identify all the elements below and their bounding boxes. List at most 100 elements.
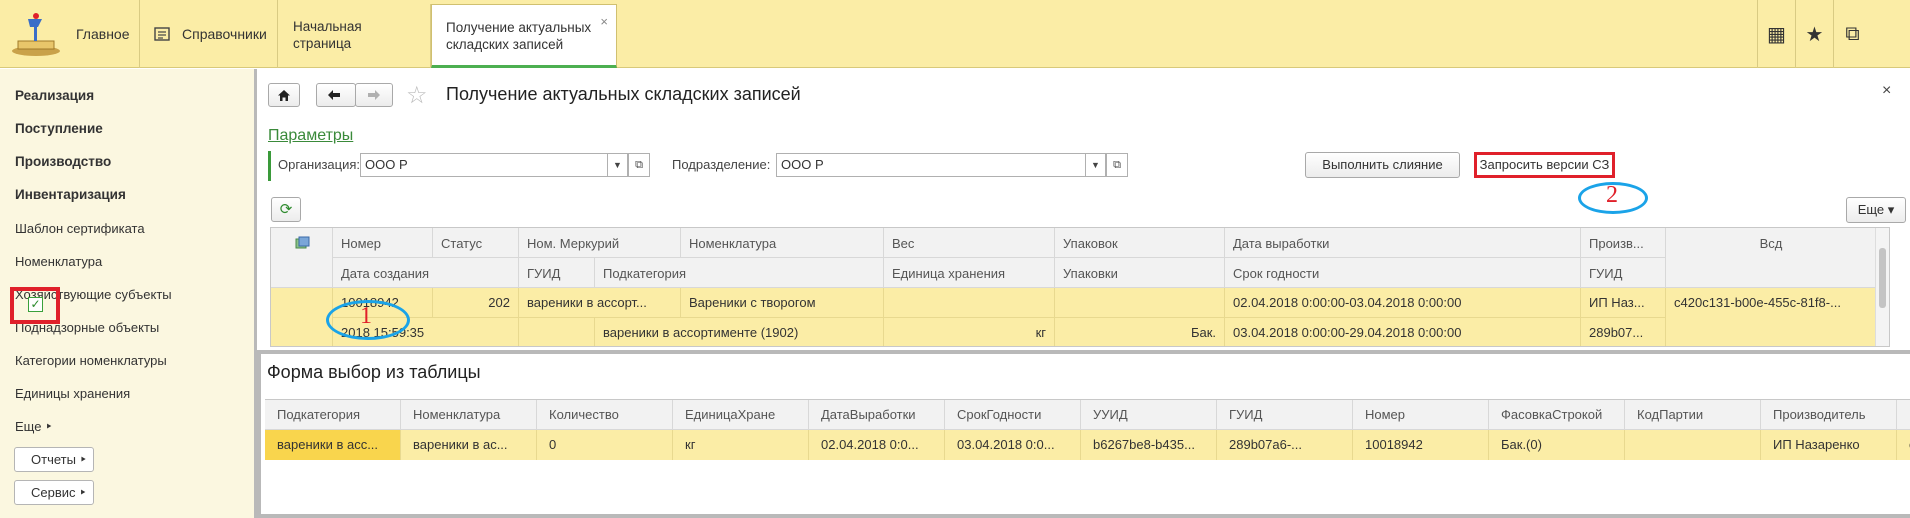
selection-header-batch-code: КодПартии [1625, 400, 1761, 430]
table-cell-weight[interactable] [884, 288, 1055, 318]
selection-cell-uuid[interactable]: b6267be8-b435... [1081, 430, 1217, 460]
table-cell-expiry[interactable]: 03.04.2018 0:00:00-29.04.2018 0:00:00 [1225, 318, 1581, 346]
merge-button[interactable]: Выполнить слияние [1305, 152, 1460, 178]
selection-cell-expiry[interactable]: 03.04.2018 0:0... [945, 430, 1081, 460]
sidebar-more[interactable]: Еще ‣ [15, 419, 53, 435]
sidebar-item-nomenclature[interactable]: Номенклатура [15, 254, 102, 269]
selection-header-guid: ГУИД [1217, 400, 1353, 430]
table-cell-storage-unit[interactable]: кг [884, 318, 1055, 346]
home-logo-icon [12, 13, 60, 56]
table-cell-production-date[interactable]: 02.04.2018 0:00:00-03.04.2018 0:00:00 [1225, 288, 1581, 318]
selection-header-vsd: Всд [1897, 400, 1910, 430]
table-header-guid-2: ГУИД [1581, 258, 1666, 288]
table-cell-subcategory[interactable]: вареники в ассортименте (1902) [595, 318, 884, 346]
selection-cell-guid[interactable]: 289b07a6-... [1217, 430, 1353, 460]
favorites-star-icon[interactable]: ★ [1795, 0, 1833, 68]
table-cell-guid-1[interactable] [519, 318, 595, 346]
section-home-label: Главное [76, 26, 130, 42]
table-scrollbar[interactable] [1875, 228, 1889, 346]
selection-cell-storage-unit[interactable]: кг [673, 430, 809, 460]
tab-start-page[interactable]: Начальная страница [279, 4, 431, 68]
arrow-right-icon [368, 90, 380, 100]
close-form-icon[interactable]: × [1882, 82, 1891, 100]
list-icon [154, 27, 170, 41]
parameters-link[interactable]: Параметры [268, 127, 353, 145]
sidebar-item-certificate-template[interactable]: Шаблон сертификата [15, 221, 145, 236]
organization-label: Организация: [278, 157, 361, 172]
highlight-box-checkbox [10, 287, 60, 324]
table-header-producer: Произв... [1581, 228, 1666, 258]
sidebar-item-nomenclature-categories[interactable]: Категории номенклатуры [15, 353, 167, 368]
selection-cell-producer[interactable]: ИП Назаренко [1761, 430, 1897, 460]
reports-button[interactable]: Отчеты ‣ [14, 447, 94, 472]
table-header-packs: Упаковок [1055, 228, 1225, 258]
table-cell-status[interactable]: 202 [433, 288, 519, 318]
table-header-nomenclature: Номенклатура [681, 228, 884, 258]
selection-cell-batch-code[interactable] [1625, 430, 1761, 460]
form-title: Получение актуальных складских записей [446, 84, 801, 104]
back-button[interactable] [316, 83, 356, 107]
selection-header-packing: ФасовкаСтрокой [1489, 400, 1625, 430]
parameters-group-marker [268, 151, 271, 181]
sidebar-item-storage-units[interactable]: Единицы хранения [15, 386, 130, 401]
sidebar-section-receipts[interactable]: Поступление [15, 121, 103, 136]
callout-number-1: 1 [360, 303, 372, 329]
organization-field[interactable]: ООО Р [360, 153, 608, 177]
department-field[interactable]: ООО Р [776, 153, 1086, 177]
selection-form: Форма выбор из таблицы Подкатегория Номе… [257, 350, 1910, 518]
selection-cell-nomenclature[interactable]: вареники в ас... [401, 430, 537, 460]
department-open-icon[interactable]: ⧉ [1106, 153, 1128, 177]
table-header-storage-unit: Единица хранения [884, 258, 1055, 288]
forward-button[interactable] [355, 83, 393, 107]
service-button[interactable]: Сервис ‣ [14, 480, 94, 505]
history-icon[interactable]: ⧉ [1833, 0, 1871, 68]
table-cell-nomenclature[interactable]: Вареники с творогом [681, 288, 884, 318]
selection-table[interactable]: Подкатегория Номенклатура Количество Еди… [265, 399, 1910, 511]
favorite-star-icon[interactable]: ☆ [406, 81, 428, 110]
department-dropdown-icon[interactable]: ▼ [1086, 153, 1106, 177]
request-versions-button[interactable]: Запросить версии СЗ [1474, 152, 1615, 178]
apps-grid-icon[interactable]: ▦ [1757, 0, 1795, 68]
table-header-guid-1: ГУИД [519, 258, 595, 288]
table-header-status: Статус [433, 228, 519, 258]
tab-get-warehouse-records-label: Получение актуальных складских записей [446, 20, 592, 52]
section-home[interactable]: Главное [0, 0, 140, 68]
selection-header-subcategory: Подкатегория [265, 400, 401, 430]
selection-header-nomenclature: Номенклатура [401, 400, 537, 430]
table-row-mark-cell[interactable] [271, 288, 333, 346]
close-tab-icon[interactable]: × [600, 13, 608, 30]
table-header-subcategory: Подкатегория [595, 258, 884, 288]
selection-header-production-date: ДатаВыработки [809, 400, 945, 430]
table-header-mercury-nom: Ном. Меркурий [519, 228, 681, 258]
table-cell-packs[interactable] [1055, 288, 1225, 318]
table-cell-producer[interactable]: ИП Наз... [1581, 288, 1666, 318]
sidebar-section-inventory[interactable]: Инвентаризация [15, 187, 126, 202]
selection-cell-packing[interactable]: Бак.(0) [1489, 430, 1625, 460]
records-table[interactable]: Номер Статус Ном. Меркурий Номенклатура … [270, 227, 1890, 347]
section-references[interactable]: Справочники [140, 0, 278, 68]
selection-cell-production-date[interactable]: 02.04.2018 0:0... [809, 430, 945, 460]
sidebar-section-sales[interactable]: Реализация [15, 88, 94, 103]
sidebar-section-production[interactable]: Производство [15, 154, 111, 169]
table-cell-guid-2[interactable]: 289b07... [1581, 318, 1666, 346]
organization-dropdown-icon[interactable]: ▼ [608, 153, 628, 177]
refresh-icon[interactable]: ⟳ [271, 197, 301, 222]
table-cell-packing[interactable]: Бак. [1055, 318, 1225, 346]
home-button[interactable] [268, 83, 300, 107]
scrollbar-thumb[interactable] [1879, 248, 1886, 308]
table-header-weight: Вес [884, 228, 1055, 258]
selection-cell-subcategory[interactable]: вареники в асс... [265, 430, 401, 460]
table-header-number: Номер [333, 228, 433, 258]
selection-cell-quantity[interactable]: 0 [537, 430, 673, 460]
tab-get-warehouse-records[interactable]: Получение актуальных складских записей × [431, 4, 617, 68]
selection-cell-vsd[interactable]: c42 [1897, 430, 1910, 460]
selection-header-producer: Производитель [1761, 400, 1897, 430]
table-cell-mercury-nom[interactable]: вареники в ассорт... [519, 288, 681, 318]
arrow-left-icon [328, 90, 340, 100]
house-icon [278, 89, 290, 101]
more-button[interactable]: Еще ▾ [1846, 197, 1906, 223]
selection-cell-number[interactable]: 10018942 [1353, 430, 1489, 460]
table-cell-vsd[interactable]: c420c131-b00e-455c-81f8-... [1666, 288, 1877, 346]
table-header-packing: Упаковки [1055, 258, 1225, 288]
organization-open-icon[interactable]: ⧉ [628, 153, 650, 177]
